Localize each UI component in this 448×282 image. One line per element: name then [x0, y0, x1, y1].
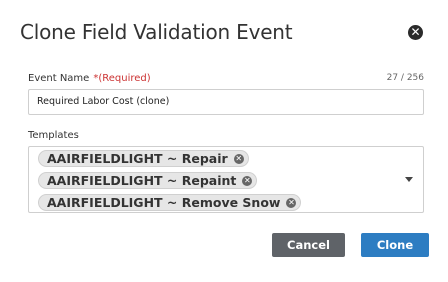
close-icon[interactable]: ✕	[408, 25, 423, 40]
required-indicator: *(Required)	[93, 73, 151, 84]
template-chip-label: AAIRFIELDLIGHT ~ Repaint	[47, 173, 237, 188]
template-chip: AAIRFIELDLIGHT ~ Remove Snow ✕	[38, 194, 302, 211]
template-chip: AAIRFIELDLIGHT ~ Repair ✕	[38, 150, 249, 167]
chip-remove-icon[interactable]: ✕	[286, 197, 297, 208]
templates-multiselect[interactable]: AAIRFIELDLIGHT ~ Repair ✕ AAIRFIELDLIGHT…	[28, 146, 424, 213]
template-chip: AAIRFIELDLIGHT ~ Repaint ✕	[38, 172, 258, 189]
cancel-button[interactable]: Cancel	[272, 233, 345, 257]
clone-field-validation-dialog: Clone Field Validation Event ✕ Event Nam…	[0, 0, 448, 282]
chip-remove-icon[interactable]: ✕	[233, 153, 244, 164]
event-name-label-text: Event Name	[28, 73, 90, 84]
event-name-input[interactable]: Required Labor Cost (clone)	[28, 89, 424, 115]
template-chip-label: AAIRFIELDLIGHT ~ Remove Snow	[47, 195, 281, 210]
clone-button[interactable]: Clone	[361, 233, 429, 257]
templates-label: Templates	[28, 130, 79, 141]
caret-down-icon[interactable]	[405, 177, 413, 182]
event-name-label: Event Name *(Required)	[28, 73, 151, 84]
chip-remove-icon[interactable]: ✕	[242, 175, 253, 186]
dialog-title: Clone Field Validation Event	[20, 20, 293, 44]
template-chip-label: AAIRFIELDLIGHT ~ Repair	[47, 151, 228, 166]
character-counter: 27 / 256	[386, 73, 424, 83]
